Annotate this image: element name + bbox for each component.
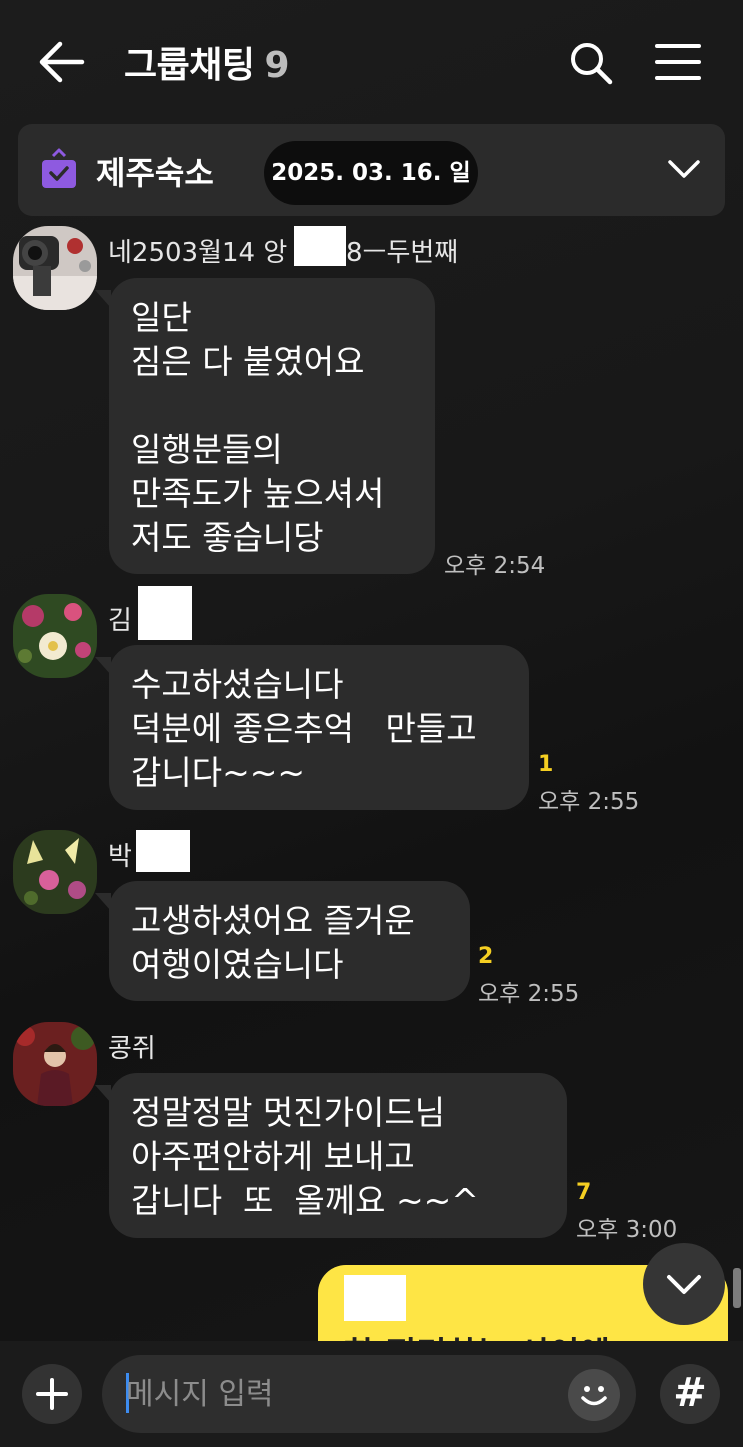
avatar-photo-flowers	[13, 594, 97, 678]
scrollbar[interactable]	[733, 1268, 741, 1308]
unread-count: 2	[478, 944, 494, 969]
emoji-smile-icon	[581, 1386, 607, 1406]
sender-name-suffix: 8ㅡ두번째	[346, 238, 459, 268]
sender-name: 박	[108, 842, 132, 872]
chat-title: 그룹채팅 9	[124, 36, 290, 88]
message-bubble[interactable]: 일단 짐은 다 붙였어요 일행분들의 만족도가 높으셔서 저도 좋습니당	[109, 278, 435, 574]
hashtag-button[interactable]: #	[660, 1364, 720, 1424]
avatar-photo-lilies	[13, 830, 97, 914]
avatar-photo-camera	[13, 226, 97, 310]
sender-name: 네2503월14 앙	[108, 232, 287, 269]
avatar-sender-1[interactable]	[13, 226, 97, 310]
notice-text: 제주숙소	[96, 154, 214, 192]
back-arrow-icon	[39, 41, 85, 83]
message-time: 오후 3:00	[576, 1217, 678, 1243]
redacted-name-box	[136, 830, 190, 872]
avatar-sender-4[interactable]	[13, 1022, 97, 1106]
message-bubble[interactable]: 고생하셨어요 즐거운 여행이였습니다	[109, 881, 470, 1001]
message-time: 오후 2:55	[538, 789, 640, 815]
message-time: 오후 2:55	[478, 981, 580, 1007]
sender-name: 김	[108, 606, 132, 636]
member-count: 9	[264, 45, 290, 86]
redacted-name-box	[294, 226, 346, 266]
chevron-down-icon	[668, 160, 700, 178]
bubble-tail	[95, 290, 111, 308]
top-bar: 그룹채팅 9	[0, 0, 743, 124]
date-divider: 2025. 03. 16. 일	[264, 141, 478, 205]
chevron-down-icon	[667, 1275, 701, 1294]
bubble-tail	[95, 893, 111, 911]
redacted-name-box	[138, 586, 192, 640]
unread-count: 7	[576, 1180, 592, 1205]
emoji-button[interactable]	[568, 1369, 620, 1421]
chat-title-text: 그룹채팅	[124, 45, 255, 86]
search-icon	[571, 43, 613, 85]
message-bubble[interactable]: 수고하셨습니다 덕분에 좋은추억 만들고 갑니다~~~	[109, 645, 529, 810]
scroll-to-bottom-button[interactable]	[643, 1243, 725, 1325]
message-input[interactable]	[126, 1371, 546, 1417]
hamburger-menu-icon	[655, 44, 701, 80]
attach-button[interactable]	[22, 1364, 82, 1424]
sender-name: 콩쥐	[108, 1034, 156, 1064]
avatar-sender-3[interactable]	[13, 830, 97, 914]
avatar-sender-2[interactable]	[13, 594, 97, 678]
avatar-photo-person	[13, 1022, 97, 1106]
bubble-tail	[95, 657, 111, 675]
bubble-tail	[95, 1085, 111, 1103]
message-time: 오후 2:54	[444, 553, 546, 579]
plus-icon	[36, 1378, 68, 1410]
notice-bag-icon	[40, 148, 78, 190]
sender-name-text: 네2503월14 앙	[108, 238, 288, 268]
redacted-text-box	[344, 1275, 406, 1321]
unread-count: 1	[538, 752, 554, 777]
message-input-container[interactable]	[102, 1355, 636, 1433]
message-input-bar: #	[0, 1341, 743, 1447]
message-bubble[interactable]: 정말정말 멋진가이드님 아주편안하게 보내고 갑니다 또 올께요 ~~^	[109, 1073, 567, 1238]
search-button[interactable]	[568, 40, 614, 86]
back-button[interactable]	[36, 40, 86, 84]
menu-button[interactable]	[654, 42, 702, 82]
notice-expand-button[interactable]	[664, 152, 704, 188]
